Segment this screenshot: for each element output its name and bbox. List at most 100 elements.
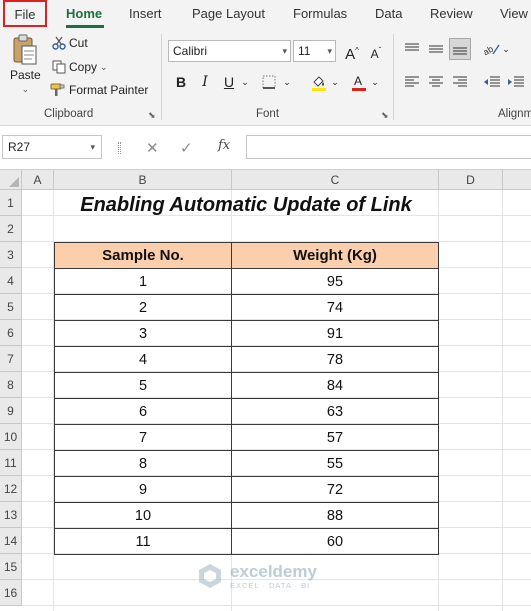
weight-cell[interactable]: 55 [231,450,439,477]
column-header-a[interactable]: A [22,170,54,190]
format-painter-button[interactable]: Format Painter [50,83,148,97]
row-header[interactable]: 12 [0,476,22,502]
sample-no-cell[interactable]: 10 [54,502,232,529]
row-header[interactable]: 9 [0,398,22,424]
sample-no-cell[interactable]: 2 [54,294,232,321]
row-header[interactable]: 8 [0,372,22,398]
row-header[interactable]: 2 [0,216,22,242]
row-header[interactable]: 11 [0,450,22,476]
sample-no-cell[interactable]: 4 [54,346,232,373]
row-header[interactable]: 14 [0,528,22,554]
font-name-select[interactable]: Calibri ▾ [168,40,291,62]
row-header[interactable]: 3 [0,242,22,268]
header-cell-sample-no[interactable]: Sample No. [54,242,232,269]
ribbon-tabs: File Home Insert Page Layout Formulas Da… [0,0,531,28]
row-header[interactable]: 15 [0,554,22,580]
tab-insert[interactable]: Insert [129,0,162,28]
bold-button[interactable]: B [170,71,192,93]
decrease-font-size-button[interactable]: Aˇ [365,40,387,62]
tab-data[interactable]: Data [375,0,402,28]
borders-icon [262,75,276,89]
copy-button[interactable]: Copy ⌄ [52,60,108,74]
column-header-c[interactable]: C [232,170,439,190]
chevron-down-icon[interactable]: ⌄ [499,38,513,60]
enter-check-icon[interactable]: ✓ [180,139,193,157]
weight-cell[interactable]: 63 [231,398,439,425]
chevron-down-icon[interactable]: ⌄ [238,71,252,93]
header-cell-weight[interactable]: Weight (Kg) [231,242,439,269]
fill-color-button[interactable] [308,71,330,93]
sample-no-cell[interactable]: 3 [54,320,232,347]
chevron-down-icon[interactable]: ⌄ [368,71,382,93]
row-header[interactable]: 16 [0,580,22,606]
paste-button[interactable]: Paste ⌄ [10,34,41,95]
tab-home[interactable]: Home [66,0,102,28]
chevron-down-icon[interactable]: ⌄ [328,71,342,93]
tab-review[interactable]: Review [430,0,473,28]
sample-no-cell[interactable]: 8 [54,450,232,477]
weight-cell[interactable]: 91 [231,320,439,347]
select-all-button[interactable] [0,170,22,190]
formula-input[interactable] [246,135,531,159]
weight-cell[interactable]: 88 [231,502,439,529]
increase-font-size-button[interactable]: A^ [341,40,363,63]
row-header[interactable]: 5 [0,294,22,320]
row-header[interactable]: 1 [0,190,22,216]
decrease-indent-button[interactable] [481,71,503,93]
table-row: 7 57 [54,424,439,451]
italic-button[interactable]: I [194,71,216,93]
worksheet-grid[interactable]: A B C D 1 2 3 4 5 6 7 8 9 10 11 12 13 14 15 16 Enabling… [0,170,531,611]
weight-cell[interactable]: 60 [231,528,439,555]
cancel-icon[interactable]: ✕ [146,139,159,157]
row-header[interactable]: 6 [0,320,22,346]
chevron-down-icon[interactable]: ⌄ [280,71,294,93]
bottom-align-button[interactable] [449,38,471,60]
sample-no-cell[interactable]: 5 [54,372,232,399]
sample-no-cell[interactable]: 1 [54,268,232,295]
row-header[interactable]: 10 [0,424,22,450]
weight-cell[interactable]: 78 [231,346,439,373]
dialog-launcher-icon[interactable]: ⬊ [148,110,156,121]
weight-cell[interactable]: 95 [231,268,439,295]
borders-button[interactable] [258,71,280,93]
row-header[interactable]: 13 [0,502,22,528]
chevron-down-icon[interactable]: ⌄ [100,62,108,73]
weight-cell[interactable]: 74 [231,294,439,321]
tab-view[interactable]: View [500,0,528,28]
dialog-launcher-icon[interactable]: ⬊ [381,110,389,121]
name-box[interactable]: R27 ▾ [2,135,102,159]
tab-page-layout[interactable]: Page Layout [192,0,265,28]
underline-button[interactable]: U [218,71,240,93]
data-table: Sample No. Weight (Kg) 1 95 2 74 3 91 4 78 5 84 6 6… [54,242,439,555]
weight-cell[interactable]: 57 [231,424,439,451]
align-center-button[interactable] [425,71,447,93]
sample-no-cell[interactable]: 7 [54,424,232,451]
cut-button[interactable]: Cut [52,36,88,50]
tab-file[interactable]: File [3,0,47,27]
chevron-down-icon[interactable]: ⌄ [22,84,30,95]
top-align-button[interactable] [401,38,423,60]
svg-text:ab: ab [483,44,495,56]
column-header-b[interactable]: B [54,170,232,190]
column-header-e[interactable] [503,170,531,190]
weight-cell[interactable]: 72 [231,476,439,503]
column-header-d[interactable]: D [439,170,503,190]
table-row: 9 72 [54,476,439,503]
copy-label: Copy [69,60,98,74]
row-header[interactable]: 4 [0,268,22,294]
align-right-button[interactable] [449,71,471,93]
tab-formulas[interactable]: Formulas [293,0,347,28]
sample-no-cell[interactable]: 9 [54,476,232,503]
font-size-select[interactable]: 11 ▾ [293,40,336,62]
middle-align-button[interactable] [425,38,447,60]
sample-no-cell[interactable]: 6 [54,398,232,425]
weight-cell[interactable]: 84 [231,372,439,399]
increase-indent-button[interactable] [505,71,527,93]
insert-function-icon[interactable]: fx [218,138,230,153]
splitter-handle[interactable] [118,142,121,154]
row-header[interactable]: 7 [0,346,22,372]
sample-no-cell[interactable]: 11 [54,528,232,555]
align-left-button[interactable] [401,71,423,93]
sheet-title[interactable]: Enabling Automatic Update of Link [54,190,438,220]
font-color-button[interactable]: A [348,71,370,93]
